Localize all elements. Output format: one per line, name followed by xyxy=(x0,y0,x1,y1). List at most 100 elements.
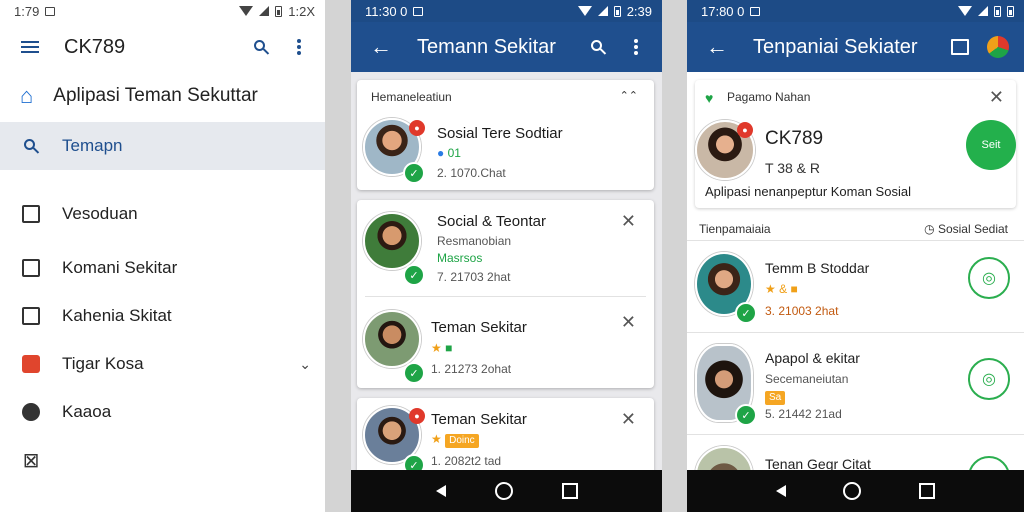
gallery-button[interactable] xyxy=(946,33,974,61)
notification-badge: ● xyxy=(409,120,425,136)
nav-recents-icon[interactable] xyxy=(919,483,936,499)
hamburger-icon xyxy=(21,41,39,53)
close-icon[interactable]: ✕ xyxy=(621,410,636,428)
system-nav-bar xyxy=(687,470,1024,512)
close-icon[interactable]: ✕ xyxy=(989,88,1004,106)
person-meta: 5. 21442 21ad xyxy=(765,407,842,421)
profile-description: Aplipasi nenanpeptur Koman Sosial xyxy=(705,184,911,199)
image-icon xyxy=(22,307,40,325)
signal-icon xyxy=(978,6,988,16)
app-bar: ← Temann Sekitar xyxy=(351,22,662,72)
friend-card[interactable]: Hemaneleatiun ⌃⌃ ● ✓ Sosial Tere Sodtiar… xyxy=(357,80,654,190)
status-time: 11:30 0 xyxy=(365,3,408,19)
circle-icon xyxy=(22,403,40,421)
nav-home-icon[interactable] xyxy=(843,482,862,500)
card-header: Pagamo Nahan xyxy=(727,90,811,104)
app-bar: ← Tenpaniai Sekiater xyxy=(687,22,1024,72)
menu-button[interactable] xyxy=(16,33,44,61)
divider xyxy=(687,434,1024,435)
profile-card: ♥ Pagamo Nahan ✕ ● CK789 T 38 & R Aplipa… xyxy=(695,80,1016,208)
nav-home-icon[interactable] xyxy=(494,482,513,500)
section-title: Tienpamaiaia xyxy=(699,222,771,236)
battery-icon xyxy=(613,5,621,17)
expand-icon[interactable]: ⌃⌃ xyxy=(620,89,638,102)
search-button[interactable] xyxy=(584,33,612,61)
divider xyxy=(687,332,1024,333)
nav-recents-icon[interactable] xyxy=(561,483,578,499)
search-button[interactable] xyxy=(247,33,275,61)
nav-item-kahenia-skitat[interactable]: Kahenia Skitat xyxy=(0,292,325,340)
clock-icon: ◷ xyxy=(924,222,935,236)
friend-meta: 7. 21703 2hat xyxy=(437,270,511,284)
status-bar: 17:80 0 xyxy=(687,0,1024,22)
nav-item-label: Kaaoa xyxy=(62,402,112,421)
friend-meta: 2. 1070.Chat xyxy=(437,166,506,180)
search-icon xyxy=(591,40,602,51)
notification-badge: ● xyxy=(737,122,753,138)
profile-name: CK789 xyxy=(765,128,824,149)
notification-badge: ● xyxy=(409,408,425,424)
status-clock: 1:2X xyxy=(288,3,315,19)
nav-item-close[interactable]: ⊠ xyxy=(0,436,325,484)
nav-item-tigar-kosa[interactable]: Tigar Kosa ⌄ xyxy=(0,340,325,388)
nav-item-komani-sekitar[interactable]: Komani Sekitar xyxy=(0,244,325,292)
drawer-header[interactable]: ⌂ Aplipasi Teman Sekuttar xyxy=(0,72,325,120)
friend-meta: 1. 2082t2 tad xyxy=(431,454,502,468)
back-button[interactable]: ← xyxy=(703,33,731,61)
divider xyxy=(687,240,1024,241)
status-chip: Doinc xyxy=(445,434,479,448)
locate-button[interactable]: ◎ xyxy=(968,358,1010,400)
account-button[interactable] xyxy=(984,33,1012,61)
section-action[interactable]: ◷ Sosial Sediat xyxy=(924,222,1008,236)
back-arrow-icon: ← xyxy=(706,34,728,59)
shield-icon: ■ xyxy=(445,341,453,355)
person-tag: Sa xyxy=(765,389,786,405)
shield-icon: & ■ xyxy=(779,282,798,296)
close-icon[interactable]: ✕ xyxy=(621,313,636,331)
friend-card[interactable]: ✕ ✓ Social & Teontar Resmanobian Masrsos… xyxy=(357,200,654,388)
friend-name: Sosial Tere Sodtiar xyxy=(437,125,563,142)
nav-item-temapn[interactable]: Temapn xyxy=(0,122,325,170)
add-friend-button[interactable]: Seit xyxy=(966,120,1016,170)
battery-icon xyxy=(1007,5,1014,17)
nav-item-label: Temapn xyxy=(62,136,123,155)
overflow-menu-button[interactable] xyxy=(622,33,650,61)
friends-list-screen: 11:30 0 2:39 ← Temann Sekitar Hemaneleat… xyxy=(351,0,662,512)
close-icon[interactable]: ✕ xyxy=(621,212,636,230)
chevron-down-icon[interactable]: ⌄ xyxy=(299,356,311,373)
verified-check-icon: ✓ xyxy=(403,362,425,384)
verified-check-icon: ✓ xyxy=(735,302,757,324)
back-button[interactable]: ← xyxy=(367,33,395,61)
account-avatar-icon xyxy=(987,36,1009,58)
verified-shield-icon: ♥ xyxy=(705,90,714,106)
status-bar: 11:30 0 2:39 xyxy=(351,0,662,22)
nav-item-label: Tigar Kosa xyxy=(62,354,144,373)
nav-item-label: Kahenia Skitat xyxy=(62,306,172,325)
avatar[interactable] xyxy=(363,310,421,368)
notification-icon xyxy=(413,6,424,16)
overflow-menu-button[interactable] xyxy=(285,33,313,61)
nav-back-icon[interactable] xyxy=(775,485,786,497)
card-header: Hemaneleatiun xyxy=(371,90,452,104)
search-icon xyxy=(24,139,35,150)
verified-check-icon: ✓ xyxy=(735,404,757,426)
status-time: 1:79 xyxy=(14,3,40,19)
app-bar: CK789 xyxy=(0,22,325,72)
friend-status: Masrsos xyxy=(437,251,483,265)
nav-item-kaaoa[interactable]: Kaaoa xyxy=(0,388,325,436)
notification-icon xyxy=(45,6,56,16)
wifi-icon xyxy=(958,6,972,16)
nav-item-vesoduan[interactable]: Vesoduan xyxy=(0,190,325,238)
status-dot-icon: ● xyxy=(437,146,445,160)
locate-button[interactable]: ◎ xyxy=(968,257,1010,299)
close-box-icon: ⊠ xyxy=(22,449,40,472)
avatar[interactable] xyxy=(363,212,421,270)
battery-icon xyxy=(275,5,283,17)
location-icon: ◎ xyxy=(982,270,996,287)
person-meta: 3. 21003 2hat xyxy=(765,304,839,318)
friend-name: Social & Teontar xyxy=(437,213,546,230)
chat-icon xyxy=(22,355,40,373)
nav-back-icon[interactable] xyxy=(435,485,446,497)
friend-card[interactable]: ✕ ● ✓ Teman Sekitar ★ Doinc 1. 2082t2 ta… xyxy=(357,398,654,478)
status-bar: 1:79 1:2X xyxy=(0,0,325,22)
